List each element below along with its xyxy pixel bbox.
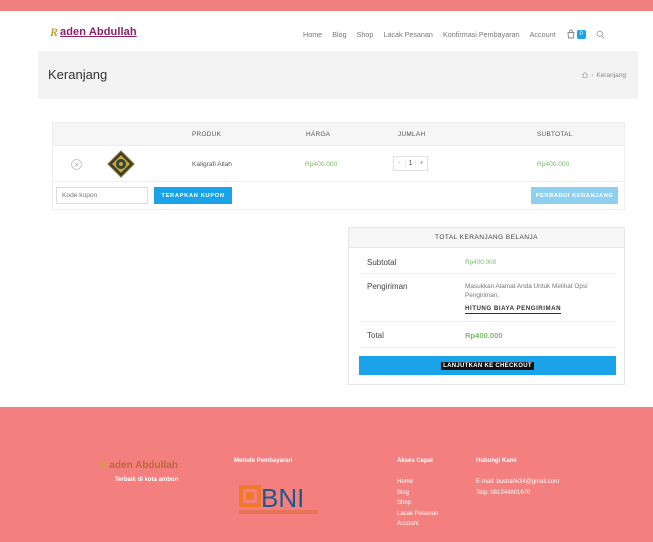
logo-text: aden Abdullah: [60, 26, 137, 38]
footer-logo: R aden Abdullah: [100, 459, 178, 471]
contact-email[interactable]: E-mail: bushahk34@gmail.com: [476, 477, 559, 488]
home-icon[interactable]: [581, 71, 589, 79]
site-logo[interactable]: R aden Abdullah: [50, 24, 137, 40]
col-product: PRODUK: [192, 131, 222, 138]
page-title-bar: Keranjang › Keranjang: [38, 51, 638, 99]
col-subtotal: SUBTOTAL: [537, 131, 573, 138]
quick-links: Home Blog Shop Lacak Pesanan Account: [397, 477, 438, 530]
contact-info: E-mail: bushahk34@gmail.com Telp: 081344…: [476, 477, 559, 498]
totals-subtotal-row: Subtotal Rp400.000: [359, 250, 616, 274]
bni-logo-text: BNI: [261, 483, 304, 513]
contact-phone[interactable]: Telp: 081344801670: [476, 488, 559, 499]
search-icon[interactable]: [596, 30, 605, 39]
product-thumbnail[interactable]: [107, 150, 135, 178]
main-nav: Home Blog Shop Lacak Pesanan Konfirmasi …: [303, 29, 605, 39]
cart-table: PRODUK HARGA JUMLAH SUBTOTAL Kaligrafi A…: [52, 122, 625, 210]
total-value: Rp400.000: [465, 331, 503, 340]
product-subtotal: Rp400.000: [537, 161, 570, 168]
nav-account[interactable]: Account: [530, 30, 556, 39]
nav-shop[interactable]: Shop: [357, 30, 374, 39]
payment-heading: Metode Pembayaran: [234, 458, 293, 464]
quick-links-heading: Akses Cepat: [397, 458, 434, 464]
table-row: Kaligrafi Allah Rp400.000 - 1 + Rp400.00…: [52, 146, 625, 182]
qty-value[interactable]: 1: [405, 160, 416, 167]
nav-konfirmasi-pembayaran[interactable]: Konfirmasi Pembayaran: [443, 30, 520, 39]
site-header: R aden Abdullah Home Blog Shop Lacak Pes…: [0, 11, 653, 51]
checkout-button-label: LANJUTKAN KE CHECKOUT: [441, 361, 534, 370]
footer-tagline: Terbaik di kota ambon: [115, 477, 179, 483]
top-strip: [0, 0, 653, 11]
nav-lacak-pesanan[interactable]: Lacak Pesanan: [383, 30, 433, 39]
calculate-shipping-link[interactable]: HITUNG BIAYA PENGIRIMAN: [465, 305, 562, 314]
breadcrumb-separator: ›: [591, 71, 594, 79]
col-price: HARGA: [306, 131, 331, 138]
apply-coupon-button[interactable]: TERAPKAN KUPON: [154, 187, 232, 204]
total-label: Total: [367, 331, 384, 340]
totals-shipping-row: Pengiriman Masukkan Alamat Anda Untuk Me…: [359, 274, 616, 322]
footer-link-shop[interactable]: Shop: [397, 498, 438, 509]
update-cart-button[interactable]: PERBARUI KERANJANG: [531, 187, 618, 204]
coupon-input[interactable]: [56, 187, 148, 204]
bni-logo: BNI: [239, 483, 317, 514]
close-icon: [74, 162, 79, 167]
nav-blog[interactable]: Blog: [332, 30, 346, 39]
checkout-button[interactable]: LANJUTKAN KE CHECKOUT: [359, 356, 616, 375]
footer-logo-mark: R: [100, 459, 108, 471]
footer-logo-text: aden Abdullah: [109, 459, 178, 471]
page-title: Keranjang: [48, 67, 108, 82]
site-footer: R aden Abdullah Terbaik di kota ambon Me…: [0, 407, 653, 542]
qty-increase-button[interactable]: +: [416, 160, 427, 167]
totals-total-row: Total Rp400.000: [359, 322, 616, 348]
product-name-link[interactable]: Kaligrafi Allah: [192, 161, 232, 168]
col-qty: JUMLAH: [398, 131, 426, 138]
logo-mark: R: [50, 24, 59, 39]
breadcrumb: › Keranjang: [581, 71, 626, 79]
nav-home[interactable]: Home: [303, 30, 322, 39]
cart-actions: TERAPKAN KUPON PERBARUI KERANJANG: [52, 182, 625, 210]
footer-link-home[interactable]: Home: [397, 477, 438, 488]
shipping-label: Pengiriman: [367, 282, 408, 291]
subtotal-label: Subtotal: [367, 258, 397, 267]
shipping-note: Masukkan Alamat Anda Untuk Melihat Opsi …: [465, 283, 588, 299]
cart-bag-icon[interactable]: [566, 29, 576, 39]
totals-heading: TOTAL KERANJANG BELANJA: [349, 228, 624, 248]
cart-count-badge[interactable]: 0: [576, 29, 586, 39]
footer-link-account[interactable]: Account: [397, 519, 438, 530]
cart-totals: TOTAL KERANJANG BELANJA Subtotal Rp400.0…: [348, 227, 625, 385]
contact-heading: Hubungi Kami: [476, 458, 517, 464]
qty-decrease-button[interactable]: -: [394, 160, 405, 167]
remove-item-button[interactable]: [71, 159, 82, 170]
footer-link-blog[interactable]: Blog: [397, 488, 438, 499]
cart-table-header: PRODUK HARGA JUMLAH SUBTOTAL: [52, 122, 625, 146]
quantity-stepper: - 1 +: [393, 156, 428, 171]
subtotal-value: Rp400.000: [465, 259, 497, 266]
product-price: Rp400.000: [305, 161, 338, 168]
footer-link-lacak-pesanan[interactable]: Lacak Pesanan: [397, 509, 438, 520]
breadcrumb-current: Keranjang: [596, 71, 626, 79]
